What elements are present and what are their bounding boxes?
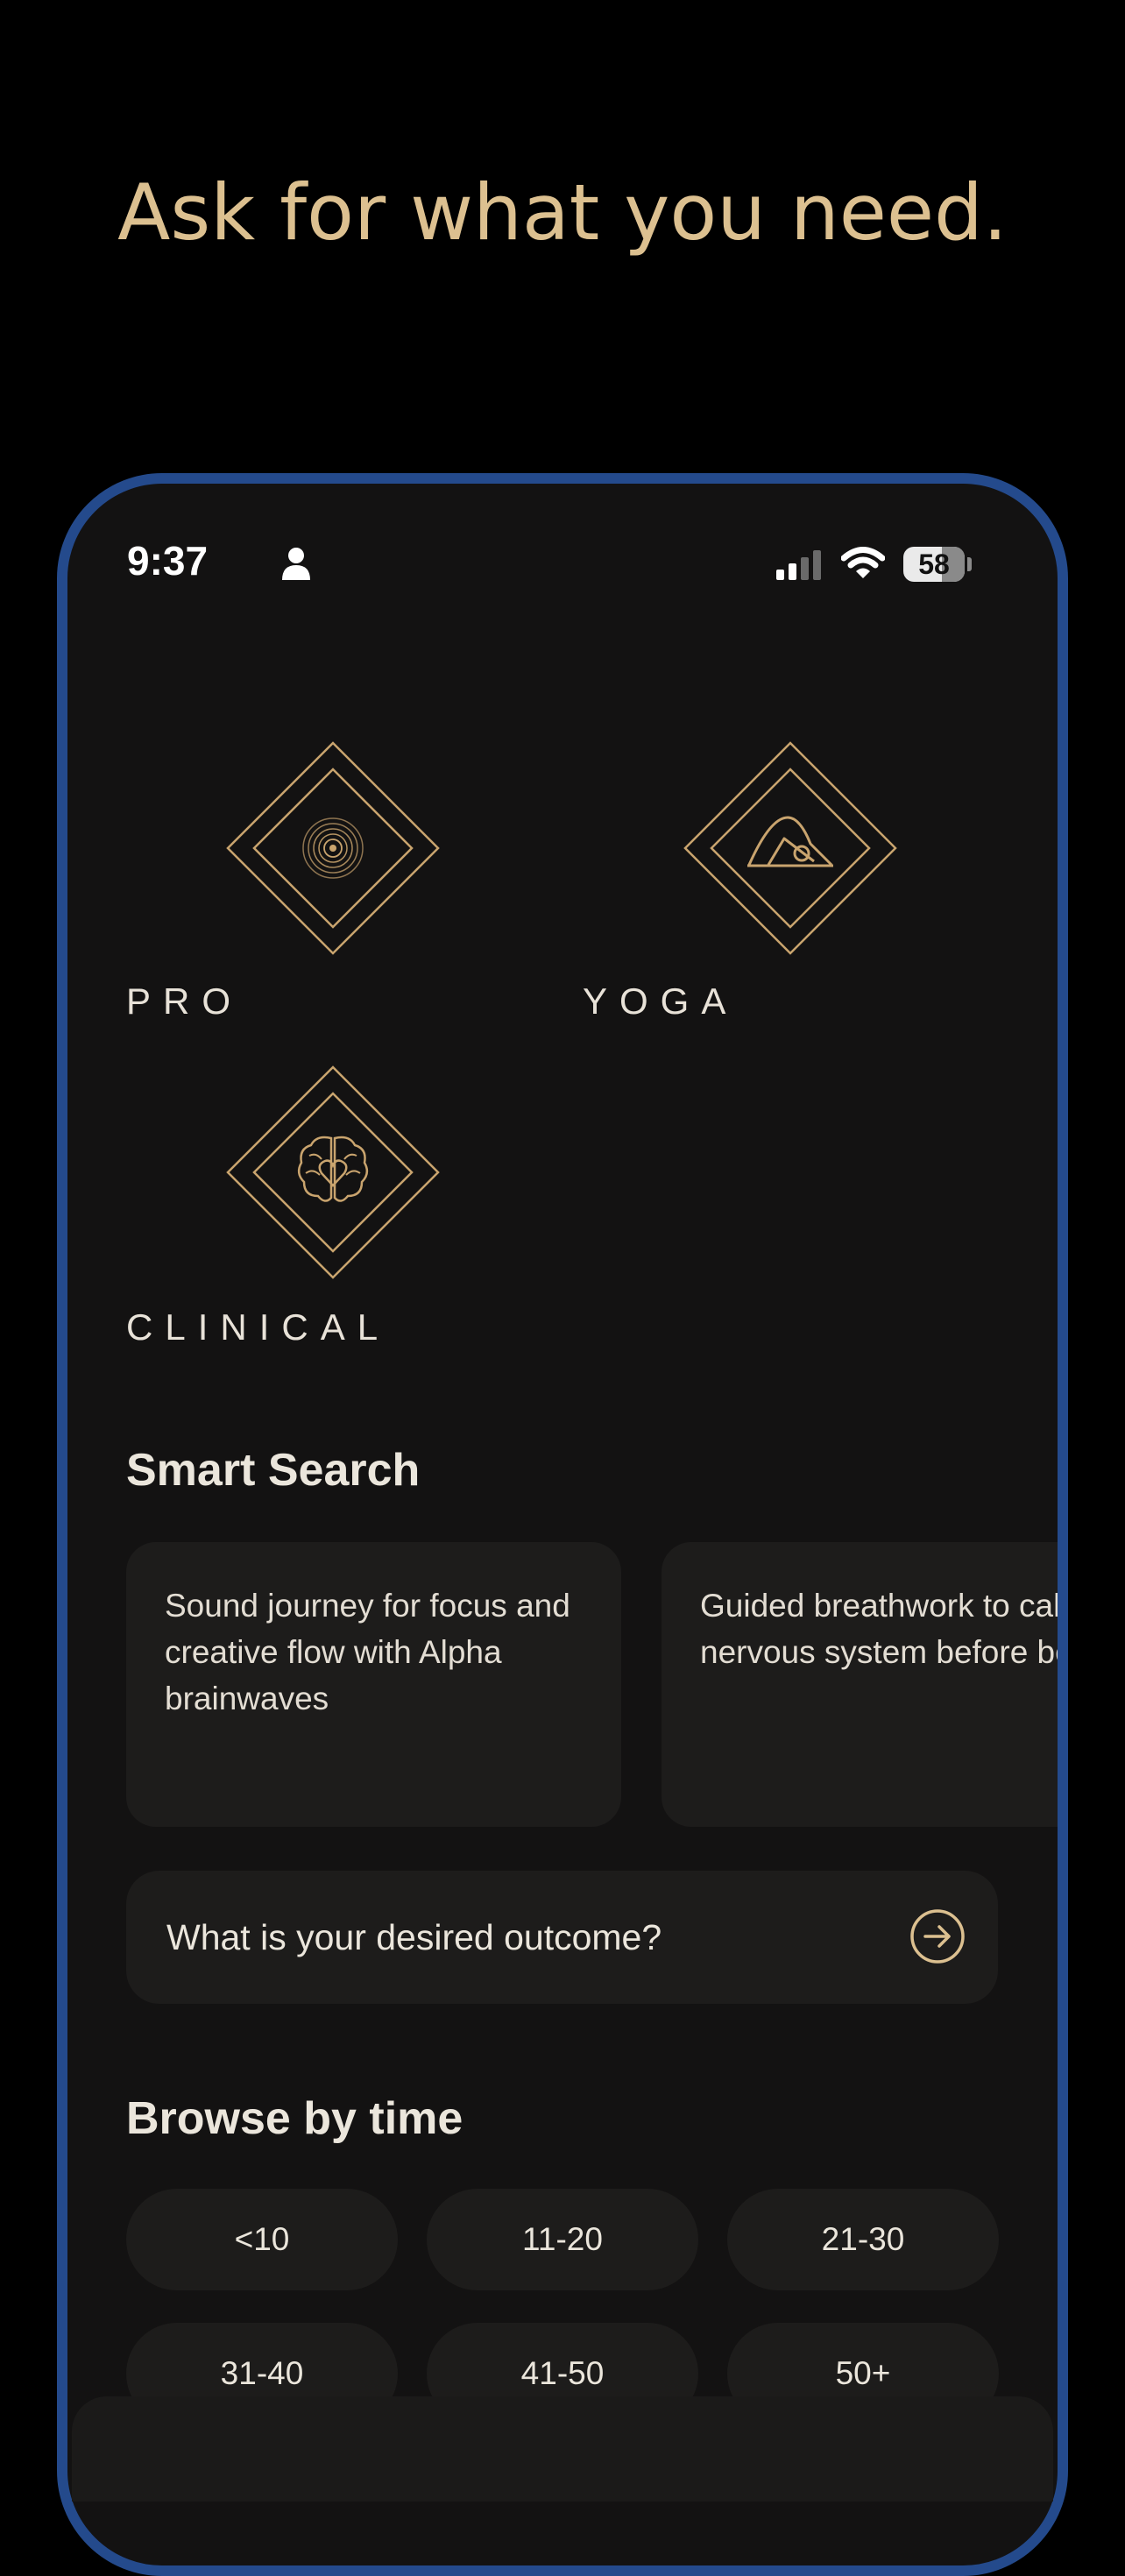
wifi-icon <box>841 547 885 578</box>
signal-icon <box>776 550 821 580</box>
category-label-clinical[interactable]: CLINICAL <box>126 1306 390 1349</box>
sound-rings-icon[interactable] <box>225 740 441 956</box>
time-chip[interactable]: 21-30 <box>727 2189 999 2290</box>
time-chip[interactable]: 11-20 <box>427 2189 698 2290</box>
desired-outcome-input[interactable]: What is your desired outcome? <box>126 1871 998 2004</box>
desired-outcome-placeholder: What is your desired outcome? <box>166 1917 662 1957</box>
battery-icon: 58 <box>903 547 965 582</box>
suggestion-carousel[interactable]: Sound journey for focus and creative flo… <box>67 1490 1058 1858</box>
yoga-pose-icon[interactable] <box>683 740 898 956</box>
battery-level: 58 <box>918 548 950 580</box>
bottom-sheet <box>72 2396 1053 2502</box>
suggestion-card[interactable]: Sound journey for focus and creative flo… <box>126 1542 621 1827</box>
browse-by-time-title: Browse by time <box>126 2093 463 2144</box>
status-time: 9:37 <box>127 538 209 584</box>
person-icon <box>282 548 310 580</box>
suggestion-card[interactable]: Guided breathwork to calm my nervous sys… <box>662 1542 1058 1827</box>
category-label-pro[interactable]: PRO <box>126 980 243 1023</box>
battery-cap <box>967 557 972 571</box>
brain-heart-icon[interactable] <box>225 1065 441 1280</box>
headline: Ask for what you need. <box>117 167 1008 258</box>
time-chip[interactable]: <10 <box>126 2189 398 2290</box>
arrow-right-circle-icon[interactable] <box>909 1907 966 1965</box>
category-label-yoga[interactable]: YOGA <box>583 980 738 1023</box>
